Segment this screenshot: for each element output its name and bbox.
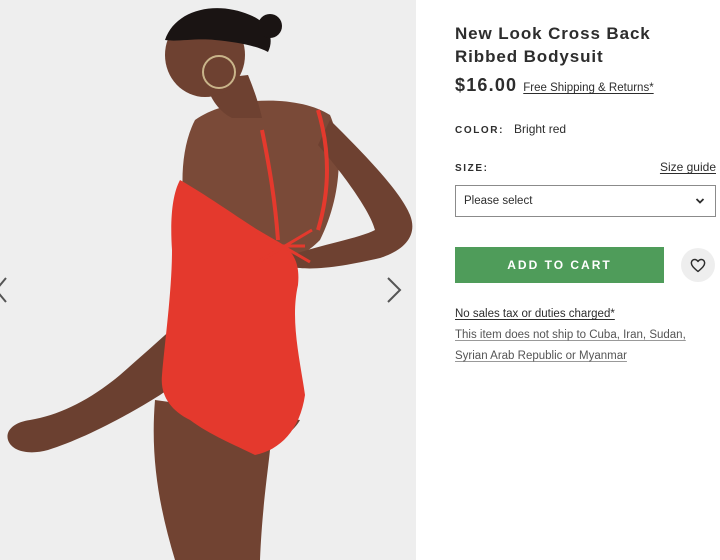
next-image-button[interactable]	[378, 270, 410, 310]
add-to-cart-button[interactable]: ADD TO CART	[455, 247, 664, 283]
size-select[interactable]: Please select	[455, 185, 716, 217]
product-details: New Look Cross Back Ribbed Bodysuit $16.…	[455, 0, 717, 560]
colour-row: COLOR: Bright red	[455, 122, 566, 136]
free-shipping-link[interactable]: Free Shipping & Returns*	[523, 82, 653, 94]
shipping-restriction-line1[interactable]: This item does not ship to Cuba, Iran, S…	[455, 329, 686, 341]
heart-icon	[690, 258, 706, 272]
save-for-later-button[interactable]	[681, 248, 715, 282]
chevron-right-icon	[387, 277, 402, 303]
product-image-gallery	[0, 0, 416, 560]
shipping-notes: No sales tax or duties charged* This ite…	[455, 304, 717, 367]
chevron-down-icon	[695, 198, 705, 204]
previous-image-button[interactable]	[0, 270, 8, 310]
tax-note-link[interactable]: No sales tax or duties charged*	[455, 308, 615, 320]
product-image	[0, 0, 416, 560]
size-label: SIZE:	[455, 163, 489, 174]
shipping-restriction-note-2: Syrian Arab Republic or Myanmar	[455, 346, 717, 367]
size-select-value: Please select	[464, 195, 533, 207]
colour-label: COLOR:	[455, 125, 505, 136]
tax-note: No sales tax or duties charged*	[455, 304, 717, 325]
shipping-restriction-line2[interactable]: Syrian Arab Republic or Myanmar	[455, 350, 627, 362]
price-row: $16.00 Free Shipping & Returns*	[455, 75, 720, 96]
shipping-restriction-note: This item does not ship to Cuba, Iran, S…	[455, 325, 717, 346]
size-row: SIZE: Size guide	[455, 160, 716, 174]
size-guide-link[interactable]: Size guide	[660, 160, 716, 174]
chevron-left-icon	[0, 277, 7, 303]
product-title: New Look Cross Back Ribbed Bodysuit	[455, 24, 651, 66]
colour-value: Bright red	[514, 122, 567, 136]
product-price: $16.00	[455, 75, 518, 95]
